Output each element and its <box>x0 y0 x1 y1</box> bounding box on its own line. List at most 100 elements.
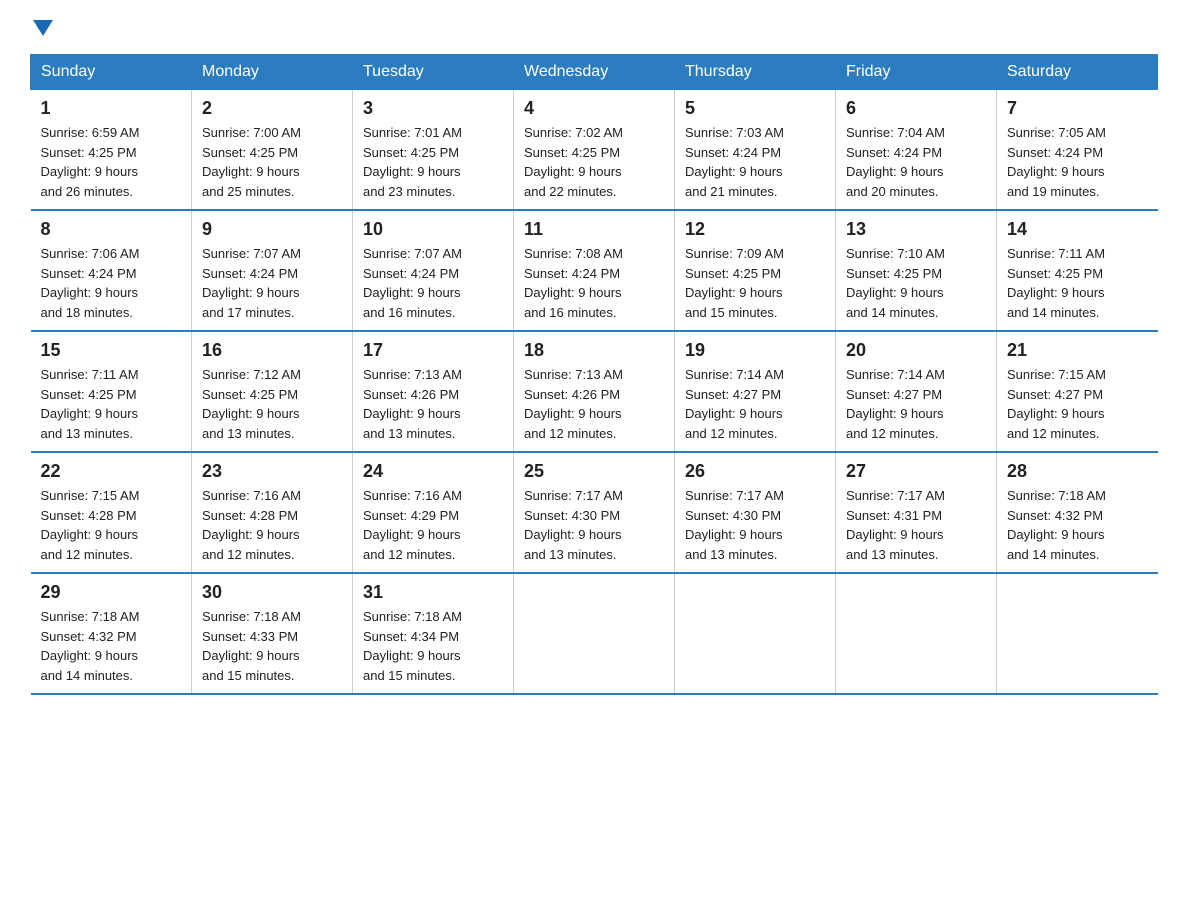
calendar-cell: 28 Sunrise: 7:18 AMSunset: 4:32 PMDaylig… <box>997 452 1158 573</box>
calendar-cell <box>836 573 997 694</box>
calendar-cell: 31 Sunrise: 7:18 AMSunset: 4:34 PMDaylig… <box>353 573 514 694</box>
day-number: 16 <box>202 340 342 361</box>
day-number: 1 <box>41 98 182 119</box>
header-tuesday: Tuesday <box>353 55 514 90</box>
page-header <box>30 20 1158 34</box>
calendar-cell: 14 Sunrise: 7:11 AMSunset: 4:25 PMDaylig… <box>997 210 1158 331</box>
calendar-week-row: 22 Sunrise: 7:15 AMSunset: 4:28 PMDaylig… <box>31 452 1158 573</box>
calendar-cell: 27 Sunrise: 7:17 AMSunset: 4:31 PMDaylig… <box>836 452 997 573</box>
day-info: Sunrise: 7:04 AMSunset: 4:24 PMDaylight:… <box>846 123 986 201</box>
calendar-cell <box>675 573 836 694</box>
day-info: Sunrise: 7:09 AMSunset: 4:25 PMDaylight:… <box>685 244 825 322</box>
calendar-cell <box>997 573 1158 694</box>
calendar-cell: 22 Sunrise: 7:15 AMSunset: 4:28 PMDaylig… <box>31 452 192 573</box>
day-number: 5 <box>685 98 825 119</box>
day-info: Sunrise: 7:05 AMSunset: 4:24 PMDaylight:… <box>1007 123 1148 201</box>
day-number: 25 <box>524 461 664 482</box>
day-number: 23 <box>202 461 342 482</box>
day-info: Sunrise: 7:11 AMSunset: 4:25 PMDaylight:… <box>41 365 182 443</box>
calendar-cell: 2 Sunrise: 7:00 AMSunset: 4:25 PMDayligh… <box>192 90 353 211</box>
day-number: 13 <box>846 219 986 240</box>
day-info: Sunrise: 7:18 AMSunset: 4:32 PMDaylight:… <box>41 607 182 685</box>
day-number: 31 <box>363 582 503 603</box>
day-number: 6 <box>846 98 986 119</box>
calendar-cell: 29 Sunrise: 7:18 AMSunset: 4:32 PMDaylig… <box>31 573 192 694</box>
day-number: 3 <box>363 98 503 119</box>
day-number: 20 <box>846 340 986 361</box>
day-info: Sunrise: 7:15 AMSunset: 4:27 PMDaylight:… <box>1007 365 1148 443</box>
calendar-cell: 13 Sunrise: 7:10 AMSunset: 4:25 PMDaylig… <box>836 210 997 331</box>
day-number: 11 <box>524 219 664 240</box>
day-info: Sunrise: 7:16 AMSunset: 4:28 PMDaylight:… <box>202 486 342 564</box>
calendar-cell <box>514 573 675 694</box>
day-number: 9 <box>202 219 342 240</box>
day-info: Sunrise: 7:14 AMSunset: 4:27 PMDaylight:… <box>846 365 986 443</box>
logo <box>30 20 53 34</box>
day-info: Sunrise: 7:06 AMSunset: 4:24 PMDaylight:… <box>41 244 182 322</box>
calendar-cell: 30 Sunrise: 7:18 AMSunset: 4:33 PMDaylig… <box>192 573 353 694</box>
day-number: 29 <box>41 582 182 603</box>
header-wednesday: Wednesday <box>514 55 675 90</box>
calendar-cell: 6 Sunrise: 7:04 AMSunset: 4:24 PMDayligh… <box>836 90 997 211</box>
header-friday: Friday <box>836 55 997 90</box>
day-number: 10 <box>363 219 503 240</box>
day-info: Sunrise: 7:13 AMSunset: 4:26 PMDaylight:… <box>363 365 503 443</box>
calendar-table: SundayMondayTuesdayWednesdayThursdayFrid… <box>30 54 1158 695</box>
calendar-cell: 12 Sunrise: 7:09 AMSunset: 4:25 PMDaylig… <box>675 210 836 331</box>
calendar-cell: 1 Sunrise: 6:59 AMSunset: 4:25 PMDayligh… <box>31 90 192 211</box>
day-info: Sunrise: 7:01 AMSunset: 4:25 PMDaylight:… <box>363 123 503 201</box>
calendar-cell: 4 Sunrise: 7:02 AMSunset: 4:25 PMDayligh… <box>514 90 675 211</box>
calendar-week-row: 1 Sunrise: 6:59 AMSunset: 4:25 PMDayligh… <box>31 90 1158 211</box>
day-number: 14 <box>1007 219 1148 240</box>
day-info: Sunrise: 7:13 AMSunset: 4:26 PMDaylight:… <box>524 365 664 443</box>
day-number: 26 <box>685 461 825 482</box>
calendar-week-row: 8 Sunrise: 7:06 AMSunset: 4:24 PMDayligh… <box>31 210 1158 331</box>
day-number: 17 <box>363 340 503 361</box>
day-info: Sunrise: 7:18 AMSunset: 4:34 PMDaylight:… <box>363 607 503 685</box>
day-number: 12 <box>685 219 825 240</box>
day-info: Sunrise: 7:18 AMSunset: 4:32 PMDaylight:… <box>1007 486 1148 564</box>
day-info: Sunrise: 7:03 AMSunset: 4:24 PMDaylight:… <box>685 123 825 201</box>
day-number: 19 <box>685 340 825 361</box>
header-sunday: Sunday <box>31 55 192 90</box>
day-number: 2 <box>202 98 342 119</box>
calendar-cell: 18 Sunrise: 7:13 AMSunset: 4:26 PMDaylig… <box>514 331 675 452</box>
calendar-cell: 17 Sunrise: 7:13 AMSunset: 4:26 PMDaylig… <box>353 331 514 452</box>
calendar-cell: 26 Sunrise: 7:17 AMSunset: 4:30 PMDaylig… <box>675 452 836 573</box>
calendar-week-row: 15 Sunrise: 7:11 AMSunset: 4:25 PMDaylig… <box>31 331 1158 452</box>
day-info: Sunrise: 7:17 AMSunset: 4:30 PMDaylight:… <box>685 486 825 564</box>
logo-triangle-icon <box>33 20 53 36</box>
day-number: 21 <box>1007 340 1148 361</box>
day-info: Sunrise: 7:18 AMSunset: 4:33 PMDaylight:… <box>202 607 342 685</box>
day-info: Sunrise: 7:14 AMSunset: 4:27 PMDaylight:… <box>685 365 825 443</box>
day-info: Sunrise: 7:00 AMSunset: 4:25 PMDaylight:… <box>202 123 342 201</box>
day-number: 24 <box>363 461 503 482</box>
calendar-cell: 8 Sunrise: 7:06 AMSunset: 4:24 PMDayligh… <box>31 210 192 331</box>
calendar-cell: 23 Sunrise: 7:16 AMSunset: 4:28 PMDaylig… <box>192 452 353 573</box>
calendar-cell: 20 Sunrise: 7:14 AMSunset: 4:27 PMDaylig… <box>836 331 997 452</box>
calendar-cell: 24 Sunrise: 7:16 AMSunset: 4:29 PMDaylig… <box>353 452 514 573</box>
day-number: 18 <box>524 340 664 361</box>
day-info: Sunrise: 7:07 AMSunset: 4:24 PMDaylight:… <box>202 244 342 322</box>
calendar-cell: 5 Sunrise: 7:03 AMSunset: 4:24 PMDayligh… <box>675 90 836 211</box>
calendar-cell: 10 Sunrise: 7:07 AMSunset: 4:24 PMDaylig… <box>353 210 514 331</box>
calendar-cell: 25 Sunrise: 7:17 AMSunset: 4:30 PMDaylig… <box>514 452 675 573</box>
day-number: 8 <box>41 219 182 240</box>
day-number: 27 <box>846 461 986 482</box>
day-info: Sunrise: 7:16 AMSunset: 4:29 PMDaylight:… <box>363 486 503 564</box>
day-info: Sunrise: 7:11 AMSunset: 4:25 PMDaylight:… <box>1007 244 1148 322</box>
day-info: Sunrise: 7:02 AMSunset: 4:25 PMDaylight:… <box>524 123 664 201</box>
day-number: 4 <box>524 98 664 119</box>
day-number: 15 <box>41 340 182 361</box>
calendar-week-row: 29 Sunrise: 7:18 AMSunset: 4:32 PMDaylig… <box>31 573 1158 694</box>
day-info: Sunrise: 7:17 AMSunset: 4:30 PMDaylight:… <box>524 486 664 564</box>
day-info: Sunrise: 7:12 AMSunset: 4:25 PMDaylight:… <box>202 365 342 443</box>
day-number: 28 <box>1007 461 1148 482</box>
header-saturday: Saturday <box>997 55 1158 90</box>
day-info: Sunrise: 6:59 AMSunset: 4:25 PMDaylight:… <box>41 123 182 201</box>
day-info: Sunrise: 7:17 AMSunset: 4:31 PMDaylight:… <box>846 486 986 564</box>
logo-blue-part <box>30 20 53 34</box>
calendar-header-row: SundayMondayTuesdayWednesdayThursdayFrid… <box>31 55 1158 90</box>
calendar-cell: 15 Sunrise: 7:11 AMSunset: 4:25 PMDaylig… <box>31 331 192 452</box>
day-info: Sunrise: 7:08 AMSunset: 4:24 PMDaylight:… <box>524 244 664 322</box>
